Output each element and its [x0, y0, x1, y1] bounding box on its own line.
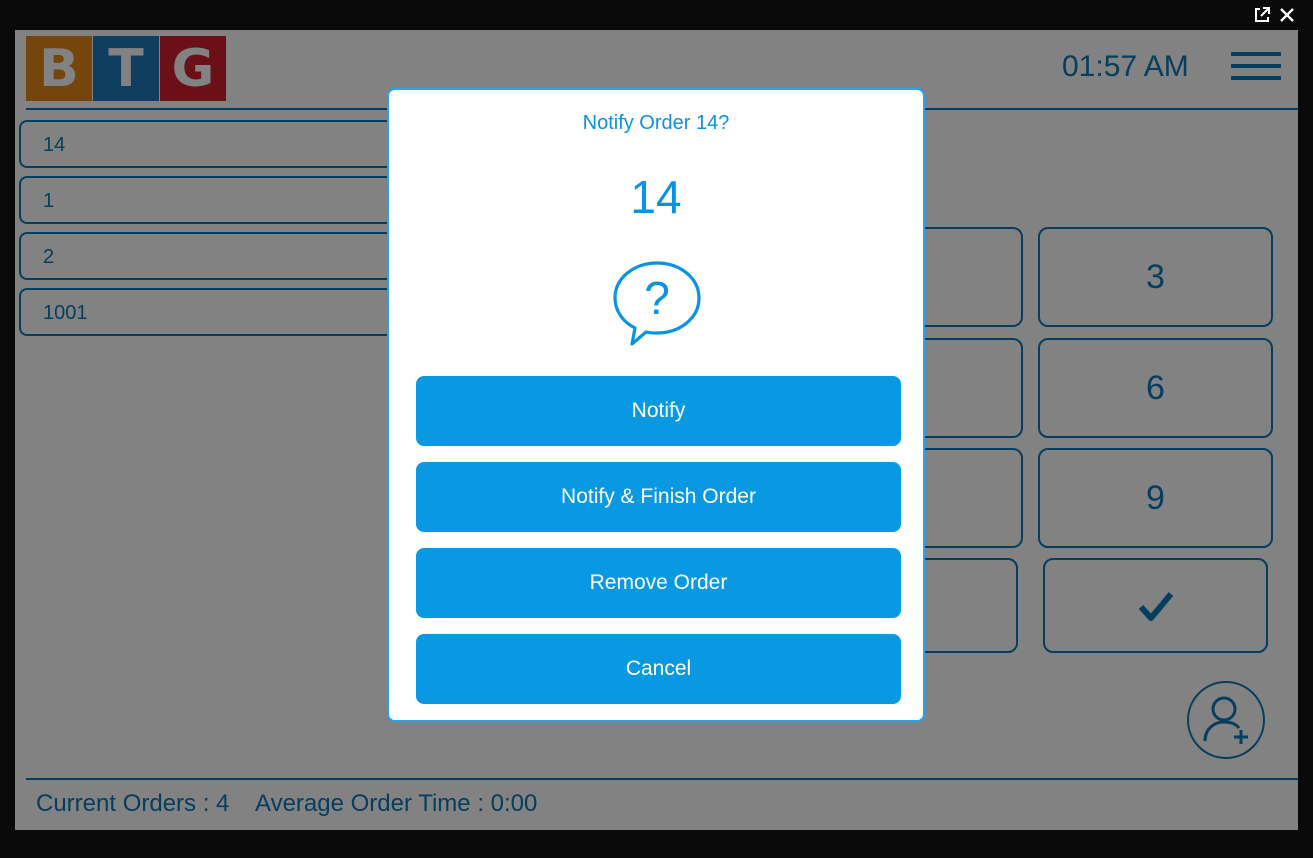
dialog-title: Notify Order 14?: [582, 112, 730, 134]
cancel-button[interactable]: Cancel: [416, 634, 901, 704]
question-bubble-icon: ?: [611, 260, 703, 353]
svg-text:?: ?: [644, 272, 670, 324]
close-icon[interactable]: [1277, 6, 1297, 26]
remove-order-button[interactable]: Remove Order: [416, 548, 901, 618]
external-link-icon[interactable]: [1252, 6, 1272, 26]
window-titlebar: [0, 0, 1313, 30]
dialog-order-number: 14: [630, 171, 682, 223]
notify-finish-order-button[interactable]: Notify & Finish Order: [416, 462, 901, 532]
notify-button[interactable]: Notify: [416, 376, 901, 446]
notify-order-dialog: Notify Order 14? 14 ? Notify Notify & Fi…: [387, 88, 925, 722]
